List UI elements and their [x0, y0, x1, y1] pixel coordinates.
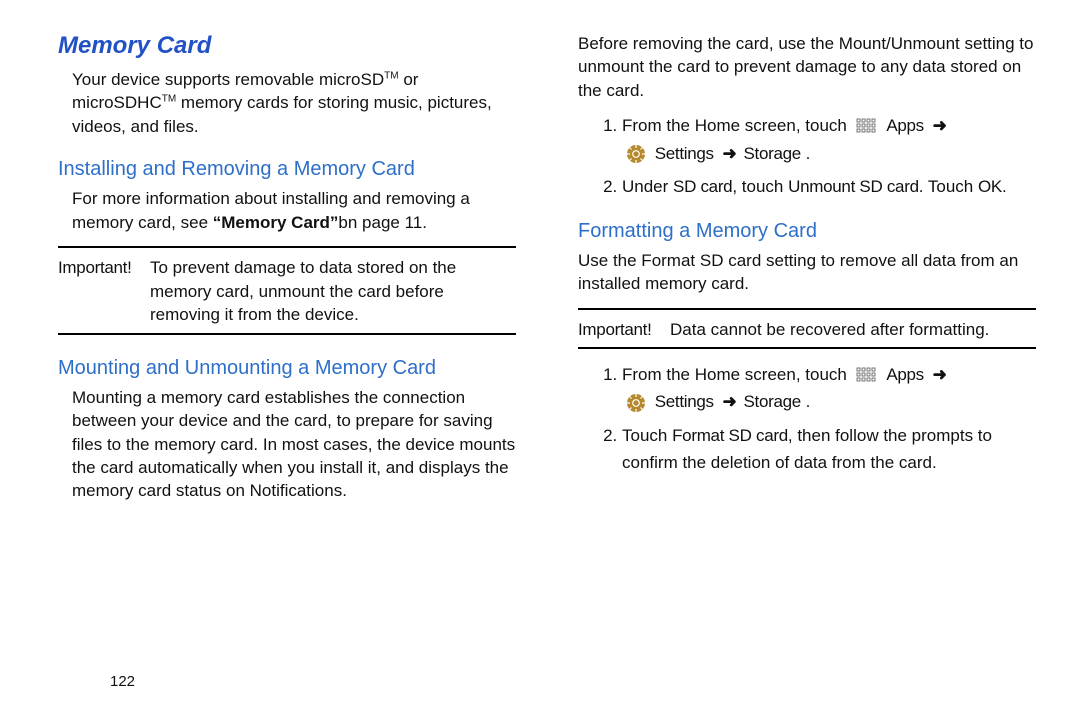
fstep1-text: From the Home screen, touch	[622, 365, 852, 384]
important-label: Important!	[58, 256, 150, 326]
section-mounting-body: Mounting a memory card establishes the c…	[26, 386, 516, 503]
page-number: 122	[110, 673, 135, 690]
settings-label: Settings	[655, 144, 714, 163]
ok-label: OK	[978, 177, 1002, 196]
important-label: Important!	[578, 318, 670, 341]
install-text-b: bn page 11.	[338, 213, 427, 232]
arrow-icon: ➜	[723, 144, 737, 163]
period: .	[806, 144, 811, 163]
period: .	[806, 392, 811, 411]
section-installing-heading: Installing and Removing a Memory Card	[26, 158, 516, 181]
settings-label: Settings	[655, 392, 714, 411]
s2-b: , touch	[732, 177, 788, 196]
apps-icon	[856, 367, 878, 385]
section-formatting-body: Use the Format SD card setting to remove…	[546, 249, 1036, 296]
unmount-step-1: From the Home screen, touch Apps ➜ Setti…	[622, 112, 1036, 166]
right-intro: Before removing the card, use the Mount/…	[546, 32, 1036, 102]
tm-mark-2: TM	[162, 94, 176, 105]
rule	[58, 333, 516, 335]
intro-text-a: Your device supports removable microSD	[72, 70, 384, 89]
format-sd-label: Format SD card	[672, 426, 788, 445]
format-steps: From the Home screen, touch Apps ➜ Setti…	[546, 361, 1036, 482]
sd-card-label: SD card	[673, 177, 732, 196]
fs2-a: Touch	[622, 426, 672, 445]
arrow-icon: ➜	[933, 365, 947, 384]
rule	[58, 246, 516, 248]
format-step-1: From the Home screen, touch Apps ➜ Setti…	[622, 361, 1036, 415]
settings-icon	[626, 144, 646, 164]
page-title: Memory Card	[26, 32, 516, 60]
apps-label: Apps	[886, 365, 924, 384]
rule	[578, 308, 1036, 310]
manual-page: Memory Card Your device supports removab…	[0, 0, 1080, 682]
apps-label: Apps	[886, 116, 924, 135]
apps-icon	[856, 118, 878, 136]
s2-a: Under	[622, 177, 673, 196]
step1-text: From the Home screen, touch	[622, 116, 852, 135]
settings-icon	[626, 393, 646, 413]
unmount-step-2: Under SD card, touch Unmount SD card. To…	[622, 173, 1036, 200]
section-installing-body: For more information about installing an…	[26, 187, 516, 234]
unmount-sd-label: Unmount SD card	[788, 177, 919, 196]
section-mounting-heading: Mounting and Unmounting a Memory Card	[26, 357, 516, 380]
install-ref-bold: “Memory Card”	[213, 213, 339, 232]
period: .	[1002, 177, 1007, 196]
storage-label: Storage	[743, 144, 800, 163]
s2-c: . Touch	[919, 177, 978, 196]
tm-mark: TM	[384, 70, 398, 81]
unmount-steps: From the Home screen, touch Apps ➜ Setti…	[546, 112, 1036, 206]
rule	[578, 347, 1036, 349]
arrow-icon: ➜	[723, 392, 737, 411]
right-column: Before removing the card, use the Mount/…	[546, 32, 1036, 672]
important-note-1: Important! To prevent damage to data sto…	[26, 256, 516, 326]
left-column: Memory Card Your device supports removab…	[26, 32, 516, 672]
intro-paragraph: Your device supports removable microSDTM…	[26, 68, 516, 138]
storage-label: Storage	[743, 392, 800, 411]
important-note-2: Important! Data cannot be recovered afte…	[546, 318, 1036, 341]
arrow-icon: ➜	[933, 116, 947, 135]
section-formatting-heading: Formatting a Memory Card	[546, 220, 1036, 243]
important-text: To prevent damage to data stored on the …	[150, 256, 516, 326]
important-text: Data cannot be recovered after formattin…	[670, 318, 1036, 341]
format-step-2: Touch Format SD card, then follow the pr…	[622, 422, 1036, 476]
